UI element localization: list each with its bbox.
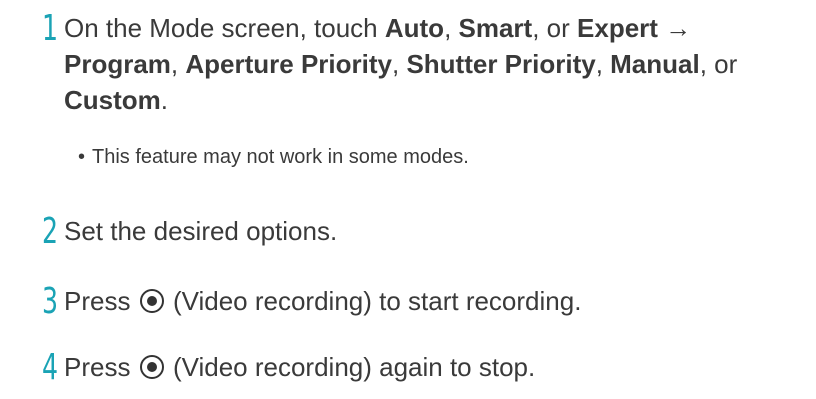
text-segment: , or xyxy=(699,49,738,79)
bullet-icon: • xyxy=(78,146,86,168)
text-segment: (Video recording) to start recording. xyxy=(172,286,582,316)
step-number: 2 xyxy=(42,211,59,252)
mode-program: Program xyxy=(64,49,171,79)
mode-expert: Expert xyxy=(577,13,658,43)
text-segment: , xyxy=(170,49,186,79)
step-number: 3 xyxy=(42,281,59,322)
text-segment: Press xyxy=(64,352,131,382)
step-2-text: Set the desired options. xyxy=(64,216,338,246)
arrow-text: → xyxy=(657,13,692,43)
step-1-line-2: Program, Aperture Priority, Shutter Prio… xyxy=(64,46,737,82)
mode-shutter-priority: Shutter Priority xyxy=(406,49,596,79)
step-1-line-3: Custom. xyxy=(64,82,168,118)
text-segment: , xyxy=(595,49,611,79)
step-number: 4 xyxy=(42,347,59,388)
video-record-icon xyxy=(139,355,164,379)
mode-smart: Smart xyxy=(458,13,533,43)
video-record-icon xyxy=(139,289,164,313)
mode-aperture-priority: Aperture Priority xyxy=(185,49,392,79)
text-segment: Press xyxy=(64,286,131,316)
step-1-line-1: On the Mode screen, touch Auto, Smart, o… xyxy=(64,10,691,46)
text-segment: , xyxy=(391,49,407,79)
text-segment: , xyxy=(444,13,459,43)
mode-auto: Auto xyxy=(384,13,445,43)
step-number: 1 xyxy=(42,8,59,49)
text-segment: . xyxy=(160,85,169,115)
mode-custom: Custom xyxy=(64,85,161,115)
step-1-note: • This feature may not work in some modes… xyxy=(78,144,469,170)
text-segment: (Video recording) again to stop. xyxy=(172,352,536,382)
text-segment: , or xyxy=(532,13,578,43)
step-3-text: Press (Video recording) to start recordi… xyxy=(64,283,581,319)
text-segment: On the Mode screen, touch xyxy=(64,13,385,43)
note-text: This feature may not work in some modes. xyxy=(92,146,469,168)
step-4-text: Press (Video recording) again to stop. xyxy=(64,349,535,385)
mode-manual: Manual xyxy=(610,49,700,79)
